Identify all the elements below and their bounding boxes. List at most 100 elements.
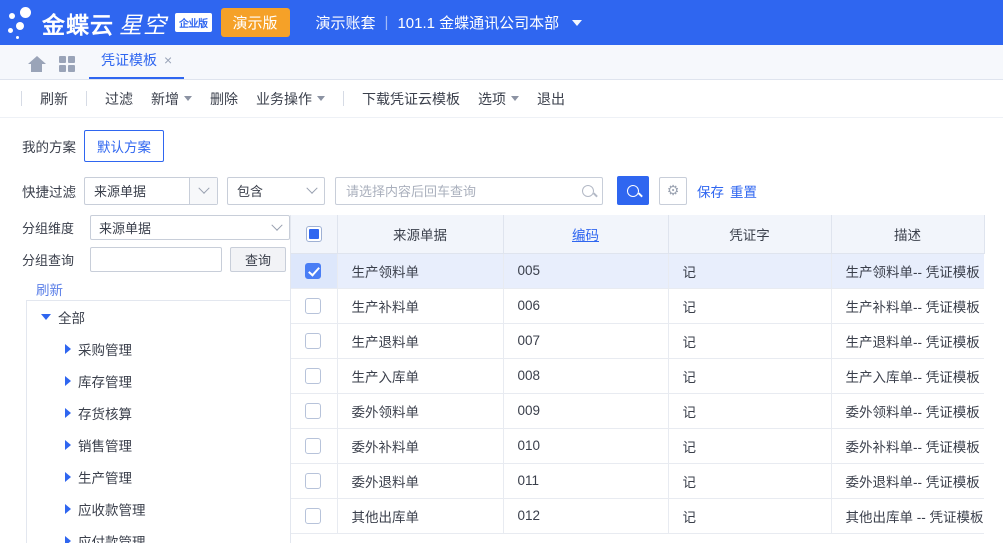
triangle-right-icon[interactable] — [65, 440, 71, 450]
triangle-right-icon[interactable] — [65, 376, 71, 386]
row-checkbox[interactable] — [305, 332, 321, 349]
dimension-select[interactable]: 来源单据 — [90, 215, 290, 240]
reset-link[interactable]: 重置 — [730, 181, 757, 201]
tab-voucher-template[interactable]: 凭证模板 × — [89, 50, 185, 79]
toolbar-label: 新增 — [151, 90, 179, 107]
chevron-down-icon[interactable] — [189, 177, 217, 204]
toolbar-button-exit[interactable]: 退出 — [528, 89, 574, 109]
table-row[interactable]: 委外领料单 009 记委外领料单-- 凭证模板 — [291, 393, 984, 429]
account-switcher[interactable]: 演示账套 | 101.1 金蝶通讯公司本部 — [316, 12, 583, 33]
search-button[interactable] — [617, 176, 649, 205]
toolbar-button-filter[interactable]: 过滤 — [96, 89, 142, 109]
row-select-cell[interactable] — [291, 358, 338, 394]
cell-description: 委外补料单-- 凭证模板 — [831, 428, 984, 464]
group-query-button[interactable]: 查询 — [230, 247, 287, 272]
group-query-input[interactable] — [90, 247, 222, 272]
row-checkbox[interactable] — [305, 472, 321, 489]
column-header-source[interactable]: 来源单据 — [337, 215, 504, 254]
default-scheme-button[interactable]: 默认方案 — [84, 130, 164, 162]
row-checkbox[interactable] — [305, 437, 321, 454]
close-icon[interactable]: × — [164, 52, 172, 68]
toolbar-divider — [343, 91, 344, 106]
tree-refresh-link[interactable]: 刷新 — [0, 279, 63, 304]
filter-search-input[interactable]: 请选择内容后回车查询 — [335, 176, 603, 205]
table-row[interactable]: 委外退料单 011 记委外退料单-- 凭证模板 — [291, 463, 984, 499]
toolbar-button-refresh[interactable]: 刷新 — [31, 89, 77, 109]
column-header-label: 来源单据 — [393, 227, 447, 243]
column-header-description[interactable]: 描述 — [831, 215, 985, 254]
table-row[interactable]: 生产入库单 008 记生产入库单-- 凭证模板 — [291, 358, 984, 394]
row-select-cell[interactable] — [291, 428, 338, 464]
row-checkbox[interactable] — [305, 402, 321, 419]
tree-node-all[interactable]: 全部 — [27, 301, 290, 333]
tab-strip: 凭证模板 × — [0, 45, 1003, 80]
cell-voucher-word: 记 — [668, 323, 832, 359]
row-select-cell[interactable] — [291, 253, 338, 289]
cell-source: 生产领料单 — [337, 253, 504, 289]
cell-voucher-word: 记 — [668, 253, 832, 289]
toolbar-button-download-cloud-template[interactable]: 下载凭证云模板 — [353, 89, 469, 109]
cell-code[interactable]: 005 — [503, 253, 669, 289]
table-row[interactable]: 生产补料单 006 记生产补料单-- 凭证模板 — [291, 288, 984, 324]
row-select-cell[interactable] — [291, 393, 338, 429]
toolbar-button-options[interactable]: 选项 — [469, 89, 528, 109]
table-row[interactable]: 生产领料单 005 记生产领料单-- 凭证模板 — [291, 253, 984, 289]
table-row[interactable]: 其他出库单 012 记其他出库单 -- 凭证模板 — [291, 498, 984, 534]
cell-source: 其他出库单 — [337, 498, 504, 534]
main-content: 分组维度 来源单据 分组查询 查询 刷新 全部 采购管理 库存管理 存货核算 销… — [0, 215, 1003, 543]
filter-operator-select[interactable]: 包含 — [227, 176, 325, 205]
triangle-down-icon[interactable] — [41, 314, 51, 320]
row-select-cell[interactable] — [291, 288, 338, 324]
row-checkbox[interactable] — [305, 507, 321, 524]
toolbar-button-add[interactable]: 新增 — [142, 89, 201, 109]
cell-code[interactable]: 006 — [503, 288, 669, 324]
cell-code[interactable]: 008 — [503, 358, 669, 394]
save-link[interactable]: 保存 — [697, 181, 724, 201]
scheme-label: 我的方案 — [22, 140, 76, 155]
row-checkbox[interactable] — [305, 297, 321, 314]
cell-code[interactable]: 009 — [503, 393, 669, 429]
demo-version-badge: 演示版 — [220, 8, 290, 37]
table-row[interactable]: 委外补料单 010 记委外补料单-- 凭证模板 — [291, 428, 984, 464]
row-select-cell[interactable] — [291, 498, 338, 534]
chevron-down-icon[interactable] — [572, 19, 583, 26]
cell-voucher-word: 记 — [668, 288, 832, 324]
row-checkbox[interactable] — [305, 262, 321, 279]
settings-button[interactable]: ⚙ — [659, 176, 687, 205]
toolbar-button-business-operation[interactable]: 业务操作 — [247, 89, 334, 109]
tree-node-purchase[interactable]: 采购管理 — [27, 333, 290, 365]
row-select-cell[interactable] — [291, 323, 338, 359]
toolbar-divider — [21, 91, 22, 106]
tree-node-production[interactable]: 生产管理 — [27, 461, 290, 493]
cell-code[interactable]: 012 — [503, 498, 669, 534]
chevron-down-icon — [317, 96, 325, 101]
triangle-right-icon[interactable] — [65, 504, 71, 514]
tree-node-inventory[interactable]: 库存管理 — [27, 365, 290, 397]
table-row[interactable]: 生产退料单 007 记生产退料单-- 凭证模板 — [291, 323, 984, 359]
home-icon[interactable] — [28, 56, 46, 72]
toolbar-label: 下载凭证云模板 — [362, 90, 460, 107]
cell-code[interactable]: 007 — [503, 323, 669, 359]
tree-node-receivables[interactable]: 应收款管理 — [27, 493, 290, 525]
tree-node-label: 采购管理 — [78, 343, 132, 358]
filter-field-value: 来源单据 — [94, 184, 147, 199]
cell-code[interactable]: 010 — [503, 428, 669, 464]
triangle-right-icon[interactable] — [65, 472, 71, 482]
cell-code[interactable]: 011 — [503, 463, 669, 499]
select-all-header[interactable] — [291, 215, 338, 254]
triangle-right-icon[interactable] — [65, 408, 71, 418]
triangle-right-icon[interactable] — [65, 536, 71, 543]
tree-node-sales[interactable]: 销售管理 — [27, 429, 290, 461]
row-select-cell[interactable] — [291, 463, 338, 499]
tree-node-payables[interactable]: 应付款管理 — [27, 525, 290, 543]
toolbar-button-delete[interactable]: 删除 — [201, 89, 247, 109]
grid-apps-icon[interactable] — [59, 56, 75, 72]
select-all-checkbox[interactable] — [305, 225, 322, 242]
tree-node-label: 存货核算 — [78, 407, 132, 422]
column-header-code[interactable]: 编码 — [503, 215, 669, 254]
tree-node-stock-accounting[interactable]: 存货核算 — [27, 397, 290, 429]
triangle-right-icon[interactable] — [65, 344, 71, 354]
filter-field-select[interactable]: 来源单据 — [84, 176, 218, 205]
column-header-voucher-word[interactable]: 凭证字 — [668, 215, 832, 254]
row-checkbox[interactable] — [305, 367, 321, 384]
